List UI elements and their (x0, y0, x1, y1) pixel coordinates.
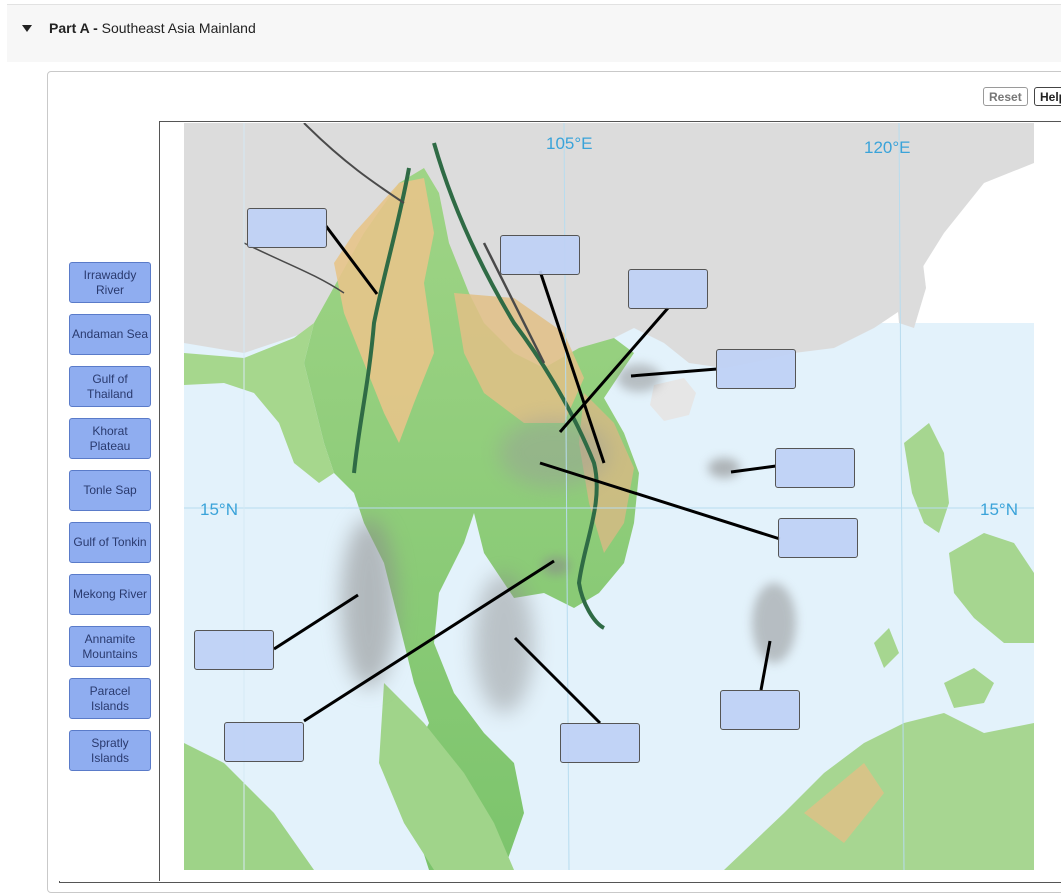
label-chip-gulf-of-thailand[interactable]: Gulf of Thailand (69, 366, 151, 407)
drop-target-1[interactable] (247, 208, 327, 248)
latitude-15-right-label: 15°N (980, 500, 1018, 519)
drop-target-6[interactable] (778, 518, 858, 558)
reset-button[interactable]: Reset (983, 87, 1028, 106)
label-chip-paracel-islands[interactable]: Paracel Islands (69, 678, 151, 719)
help-button[interactable]: Help (1034, 87, 1061, 106)
label-chip-gulf-of-tonkin[interactable]: Gulf of Tonkin (69, 522, 151, 563)
label-chip-khorat-plateau[interactable]: Khorat Plateau (69, 418, 151, 459)
drop-target-9[interactable] (224, 722, 304, 762)
drop-target-7[interactable] (194, 630, 274, 670)
longitude-105-label: 105°E (546, 134, 593, 153)
latitude-15-left-label: 15°N (200, 500, 238, 519)
label-chip-mekong-river[interactable]: Mekong River (69, 574, 151, 615)
label-chip-annamite-mountains[interactable]: Annamite Mountains (69, 626, 151, 667)
part-a-header[interactable]: Part A - Southeast Asia Mainland (7, 4, 1061, 62)
drop-target-2[interactable] (500, 235, 580, 275)
label-chip-spratly-islands[interactable]: Spratly Islands (69, 730, 151, 771)
drop-target-8[interactable] (720, 690, 800, 730)
drop-target-3[interactable] (628, 269, 708, 309)
drop-target-4[interactable] (716, 349, 796, 389)
label-chip-irrawaddy-river[interactable]: Irrawaddy River (69, 262, 151, 303)
collapse-caret-icon[interactable] (22, 25, 32, 32)
drop-target-5[interactable] (775, 448, 855, 488)
label-chip-andaman-sea[interactable]: Andaman Sea (69, 314, 151, 355)
label-chip-tonle-sap[interactable]: Tonle Sap (69, 470, 151, 511)
longitude-120-label: 120°E (864, 138, 911, 157)
part-title: Part A - Southeast Asia Mainland (49, 20, 256, 36)
drop-target-10[interactable] (560, 723, 640, 763)
